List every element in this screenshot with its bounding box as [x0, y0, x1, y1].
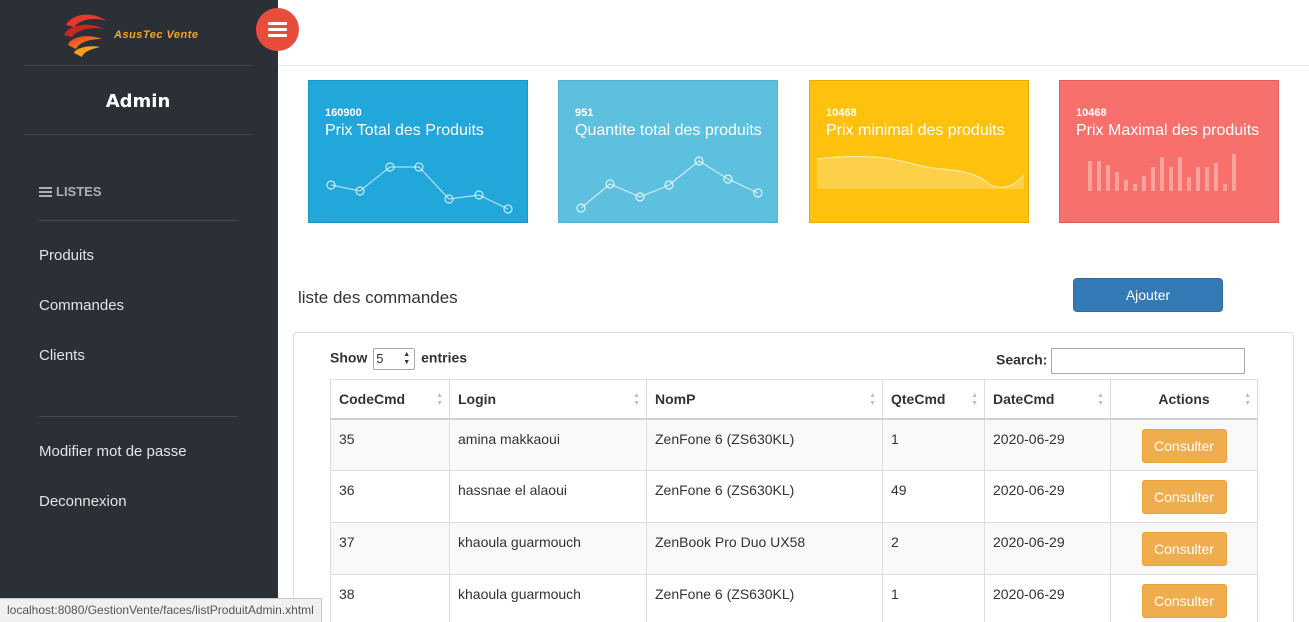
cell-codecmd: 35: [330, 418, 450, 471]
browser-status-bar: localhost:8080/GestionVente/faces/listPr…: [0, 598, 322, 622]
stat-label: Prix Maximal des produits: [1076, 122, 1260, 139]
cell-qtecmd: 49: [882, 470, 985, 523]
column-header-label: CodeCmd: [339, 390, 406, 407]
add-button[interactable]: Ajouter: [1073, 278, 1223, 312]
menu-icon: [268, 22, 287, 25]
sort-icon: ▲ ▼: [971, 392, 978, 407]
table-row: 38 khaoula guarmouch ZenFone 6 (ZS630KL)…: [330, 574, 1258, 622]
cell-actions: Consulter: [1110, 522, 1258, 575]
column-header-qtecmd[interactable]: QteCmd ▲ ▼: [882, 379, 985, 420]
column-header-label: Actions: [1158, 390, 1210, 407]
table-row: 36 hassnae el alaoui ZenFone 6 (ZS630KL)…: [330, 470, 1258, 523]
stat-value: 10468: [826, 107, 857, 119]
sidebar-item-deconnexion[interactable]: Deconnexion: [39, 493, 127, 510]
sort-icon: ▲ ▼: [869, 392, 876, 407]
stat-card-quantite-total: 951 Quantite total des produits: [558, 80, 778, 223]
menu-toggle-button[interactable]: [256, 8, 299, 51]
column-header-label: NomP: [655, 390, 696, 407]
sort-icon: ▲ ▼: [1244, 392, 1251, 407]
column-header-label: QteCmd: [891, 390, 946, 407]
consulter-button[interactable]: Consulter: [1141, 584, 1227, 618]
column-header-label: Login: [458, 390, 497, 407]
search-control: Search:: [996, 348, 1246, 374]
page-length-control: Show 5 ▲ ▼ entries: [330, 348, 467, 370]
cell-login: hassnae el alaoui: [449, 470, 647, 523]
stat-value: 951: [575, 107, 594, 119]
column-header-codecmd[interactable]: CodeCmd ▲ ▼: [330, 379, 450, 420]
sidebar-item-clients[interactable]: Clients: [39, 347, 85, 364]
stat-label: Quantite total des produits: [575, 122, 762, 139]
cell-nomp: ZenFone 6 (ZS630KL): [646, 418, 883, 471]
cell-qtecmd: 1: [882, 418, 985, 471]
cell-datecmd: 2020-06-29: [984, 522, 1111, 575]
top-bar: [278, 0, 1309, 66]
cell-nomp: ZenFone 6 (ZS630KL): [646, 470, 883, 523]
column-header-actions[interactable]: Actions ▲ ▼: [1110, 379, 1258, 420]
area-chart-icon: [816, 155, 1025, 189]
stat-label: Prix minimal des produits: [826, 122, 1005, 139]
cell-login: amina makkaoui: [449, 418, 647, 471]
show-label: Show: [330, 349, 368, 366]
menu-icon-bar: [268, 28, 287, 31]
cell-login: khaoula guarmouch: [449, 522, 647, 575]
column-header-login[interactable]: Login ▲ ▼: [449, 379, 647, 420]
list-icon: [39, 187, 52, 197]
cell-datecmd: 2020-06-29: [984, 574, 1111, 622]
table-row: 35 amina makkaoui ZenFone 6 (ZS630KL) 1 …: [330, 418, 1258, 471]
stat-card-prix-maximal: 10468 Prix Maximal des produits: [1059, 80, 1279, 223]
orders-table: CodeCmd ▲ ▼ Login ▲ ▼ NomP ▲ ▼ QteCmd ▲ ▼ DateCm…: [330, 379, 1258, 622]
sort-icon: ▲ ▼: [633, 392, 640, 407]
cell-actions: Consulter: [1110, 574, 1258, 622]
column-header-datecmd[interactable]: DateCmd ▲ ▼: [984, 379, 1111, 420]
column-header-label: DateCmd: [993, 390, 1055, 407]
cell-nomp: ZenBook Pro Duo UX58: [646, 522, 883, 575]
cell-datecmd: 2020-06-29: [984, 418, 1111, 471]
stat-card-prix-total: 160900 Prix Total des Produits: [308, 80, 528, 223]
cell-codecmd: 36: [330, 470, 450, 523]
stat-value: 10468: [1076, 107, 1107, 119]
column-header-nomp[interactable]: NomP ▲ ▼: [646, 379, 883, 420]
cell-datecmd: 2020-06-29: [984, 470, 1111, 523]
entries-label: entries: [421, 349, 468, 366]
sparkline-icon: [326, 162, 513, 214]
logo[interactable]: AsusTec Vente: [24, 0, 252, 66]
list-title: liste des commandes: [298, 288, 458, 307]
sidebar-item-produits[interactable]: Produits: [39, 247, 94, 264]
cell-codecmd: 38: [330, 574, 450, 622]
cell-actions: Consulter: [1110, 418, 1258, 471]
brand-name: AsusTec Vente: [114, 29, 199, 41]
search-input[interactable]: [1051, 348, 1246, 374]
divider: [39, 416, 237, 417]
consulter-button[interactable]: Consulter: [1141, 532, 1227, 566]
cell-actions: Consulter: [1110, 470, 1258, 523]
page-length-select[interactable]: 5 ▲ ▼: [373, 348, 416, 370]
table-row: 37 khaoula guarmouch ZenBook Pro Duo UX5…: [330, 522, 1258, 575]
sparkline-icon: [576, 156, 763, 213]
section-title: LISTES: [56, 184, 102, 199]
page-length-value: 5: [376, 351, 384, 366]
logo-icon: [64, 14, 106, 57]
stat-label: Prix Total des Produits: [325, 122, 484, 139]
sort-icon: ▲ ▼: [436, 392, 443, 407]
cell-qtecmd: 1: [882, 574, 985, 622]
cell-qtecmd: 2: [882, 522, 985, 575]
sidebar: AsusTec Vente Admin LISTES Produits Comm…: [0, 0, 278, 622]
spinner-icon: ▲ ▼: [403, 351, 411, 366]
cell-nomp: ZenFone 6 (ZS630KL): [646, 574, 883, 622]
menu-icon-bar: [268, 34, 287, 37]
bar-chart-icon: [1088, 154, 1236, 191]
section-listes: LISTES: [39, 184, 237, 221]
sidebar-item-modifier-mot-de-passe[interactable]: Modifier mot de passe: [39, 443, 187, 460]
stat-card-prix-minimal: 10468 Prix minimal des produits: [809, 80, 1029, 223]
consulter-button[interactable]: Consulter: [1141, 428, 1227, 463]
sidebar-item-commandes[interactable]: Commandes: [39, 297, 124, 314]
search-label: Search:: [996, 351, 1048, 368]
stat-value: 160900: [325, 107, 362, 119]
cell-login: khaoula guarmouch: [449, 574, 647, 622]
user-title: Admin: [105, 91, 171, 112]
consulter-button[interactable]: Consulter: [1141, 480, 1227, 514]
cell-codecmd: 37: [330, 522, 450, 575]
sort-icon: ▲ ▼: [1097, 392, 1104, 407]
